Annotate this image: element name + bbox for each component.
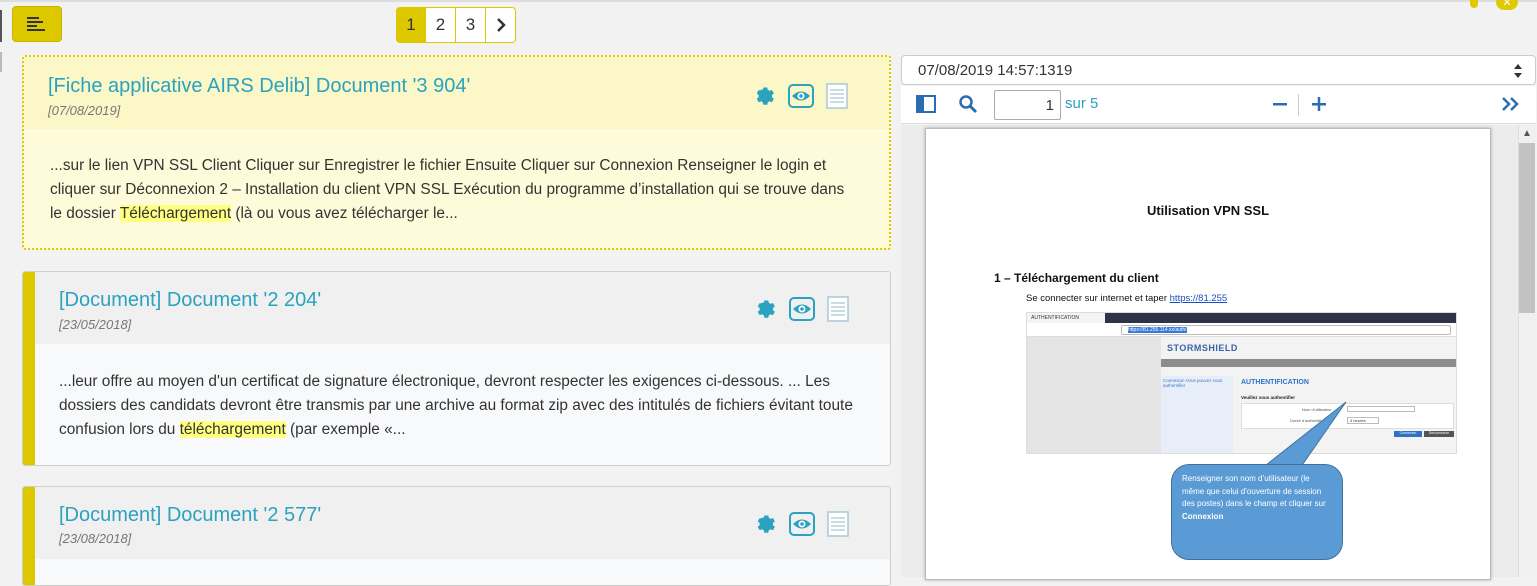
pdf-scrollbar[interactable]: ▲ (1518, 125, 1536, 577)
result-title[interactable]: [Document] Document '2 577' (59, 504, 321, 527)
page-number-input[interactable] (994, 90, 1061, 120)
document-button[interactable] (820, 294, 856, 324)
preview-button[interactable] (783, 81, 819, 111)
snippet-highlight: Téléchargement (119, 205, 232, 222)
scroll-thumb[interactable] (1519, 143, 1535, 313)
snippet-text-end: (là ou vous avez télécharger le... (231, 205, 458, 222)
sidebar-toggle-icon (916, 95, 936, 113)
page-total-label: sur 5 (1065, 95, 1099, 112)
search-icon (959, 95, 978, 114)
toolbar-separator (1298, 94, 1299, 116)
version-select-value: 07/08/2019 14:57:1319 (918, 62, 1073, 79)
document-icon (827, 296, 849, 322)
page-2-button[interactable]: 2 (426, 7, 456, 43)
eye-icon (789, 512, 815, 536)
pdf-page: Utilisation VPN SSL 1 – Téléchargement d… (925, 128, 1491, 580)
page-1-button[interactable]: 1 (396, 7, 426, 43)
result-card-accent (23, 487, 35, 585)
result-date: [23/08/2018] (59, 531, 132, 546)
top-border (0, 0, 1537, 2)
result-title[interactable]: [Document] Document '2 204' (59, 289, 321, 312)
eye-icon (788, 84, 814, 108)
plus-icon (1312, 97, 1326, 111)
result-date: [23/05/2018] (59, 317, 132, 332)
gear-icon (757, 300, 775, 318)
chevron-right-icon (496, 18, 506, 32)
pagination: 1 2 3 (396, 7, 516, 43)
zoom-in-button[interactable] (1312, 95, 1326, 118)
zoom-out-button[interactable] (1273, 95, 1287, 118)
snippet-highlight: téléchargement (179, 421, 286, 438)
eye-icon (789, 297, 815, 321)
document-icon (826, 83, 848, 109)
gear-icon (756, 87, 774, 105)
minus-icon (1273, 103, 1287, 106)
scroll-up-icon[interactable]: ▲ (1519, 127, 1535, 141)
top-right-tools: ✕ (1466, 0, 1526, 12)
result-card[interactable]: [Fiche applicative AIRS Delib] Document … (22, 55, 891, 250)
result-actions (748, 509, 856, 539)
result-actions (748, 294, 856, 324)
next-page-button[interactable] (486, 7, 516, 43)
more-tools-button[interactable] (1501, 96, 1521, 117)
result-card[interactable]: [Document] Document '2 577' [23/08/2018] (22, 486, 891, 586)
result-title[interactable]: [Fiche applicative AIRS Delib] Document … (48, 75, 470, 98)
result-card-body (23, 559, 890, 585)
pdf-viewport[interactable]: Utilisation VPN SSL 1 – Téléchargement d… (901, 125, 1536, 580)
callout-note: Renseigner son nom d’utilisateur (le mêm… (1171, 464, 1343, 560)
preview-button[interactable] (784, 294, 820, 324)
callout-text: Renseigner son nom d’utilisateur (le mêm… (1182, 474, 1326, 508)
snippet-text: ...leur offre au moyen d'un certificat d… (59, 373, 853, 438)
close-icon[interactable]: ✕ (1496, 0, 1518, 10)
result-date: [07/08/2019] (48, 103, 121, 118)
callout-bold: Connexion (1182, 511, 1224, 521)
find-button[interactable] (958, 94, 978, 119)
snippet-text-end: (par exemple «... (285, 421, 406, 438)
double-chevron-right-icon (1502, 97, 1519, 111)
document-icon (827, 511, 849, 537)
result-snippet: ...sur le lien VPN SSL Client Cliquer su… (50, 154, 860, 226)
left-edge-marker (0, 10, 2, 42)
preview-button[interactable] (784, 509, 820, 539)
sidebar-toggle-button[interactable] (916, 95, 936, 118)
key-icon[interactable] (1470, 0, 1478, 8)
pdf-toolbar: sur 5 (901, 86, 1536, 124)
settings-button[interactable] (747, 81, 783, 111)
gear-icon (757, 515, 775, 533)
align-left-icon (27, 17, 45, 31)
settings-button[interactable] (748, 509, 784, 539)
result-actions (747, 81, 855, 111)
settings-button[interactable] (748, 294, 784, 324)
version-select[interactable]: 07/08/2019 14:57:1319 (901, 55, 1536, 85)
document-button[interactable] (819, 81, 855, 111)
menu-button[interactable] (12, 6, 62, 42)
result-card[interactable]: [Document] Document '2 204' [23/05/2018] (22, 271, 891, 466)
result-snippet: ...leur offre au moyen d'un certificat d… (59, 370, 859, 442)
left-edge-marker-2 (0, 52, 2, 72)
document-viewer: 07/08/2019 14:57:1319 sur 5 (901, 55, 1536, 580)
document-button[interactable] (820, 509, 856, 539)
page-3-button[interactable]: 3 (456, 7, 486, 43)
result-card-accent (23, 272, 35, 465)
sort-arrows-icon (1514, 64, 1522, 78)
